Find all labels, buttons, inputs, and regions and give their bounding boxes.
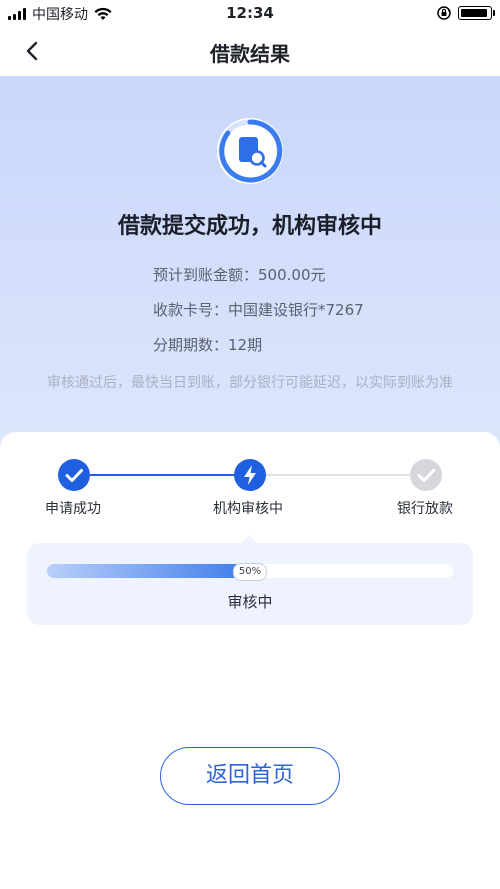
progress-card: 申请成功 机构审核中 银行放款 50% 审核中 返回首页 — [0, 432, 500, 889]
expected-amount: 预计到账金额：500.00元 — [153, 266, 326, 284]
progress-percent: 50% — [232, 563, 268, 581]
result-header: 借款提交成功，机构审核中 预计到账金额：500.00元 收款卡号：中国建设银行*… — [0, 76, 500, 456]
battery-icon — [458, 6, 495, 20]
lightning-icon — [244, 465, 256, 485]
check-icon — [417, 469, 435, 482]
result-title: 借款提交成功，机构审核中 — [117, 214, 382, 239]
step-3-label: 银行放款 — [397, 501, 453, 517]
review-notice: 审核通过后，最快当日到账，部分银行可能延迟，以实际到账为准 — [47, 375, 453, 391]
orientation-lock-icon — [437, 6, 451, 20]
step-connector-pending — [266, 474, 410, 476]
progress-track: 50% — [47, 563, 453, 581]
step-2-status — [234, 459, 266, 491]
review-progress: 50% 审核中 — [27, 543, 473, 625]
step-1-status — [58, 459, 90, 491]
document-search-icon — [217, 118, 283, 184]
status-right — [436, 5, 495, 21]
nav-bar: 借款结果 — [0, 26, 500, 76]
back-to-home-button[interactable]: 返回首页 — [160, 747, 340, 805]
status-bar: 中国移动 12:34 — [0, 0, 500, 26]
progress-fill — [47, 564, 250, 578]
step-3-status — [410, 459, 442, 491]
installment-count: 分期期数：12期 — [153, 336, 263, 354]
step-1-label: 申请成功 — [45, 501, 101, 517]
status-time: 12:34 — [226, 4, 274, 22]
progress-status: 审核中 — [227, 593, 273, 611]
page-title: 借款结果 — [210, 42, 290, 66]
step-connector-done — [90, 474, 234, 476]
step-2-label: 机构审核中 — [213, 501, 283, 517]
receiving-card: 收款卡号：中国建设银行*7267 — [153, 301, 364, 319]
check-icon — [65, 469, 83, 482]
